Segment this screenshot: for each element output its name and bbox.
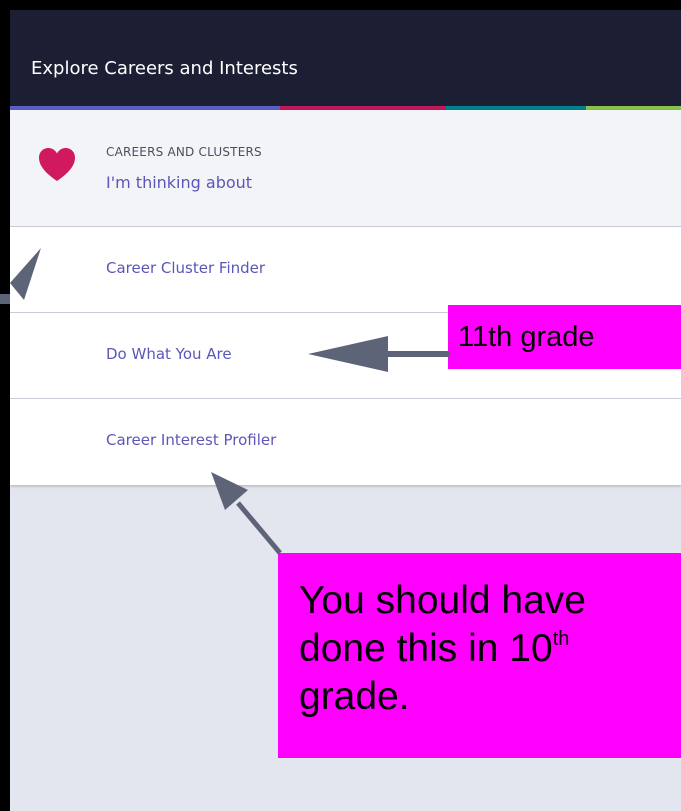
careers-clusters-caption: CAREERS AND CLUSTERS — [106, 145, 262, 159]
tenth-grade-annotation-note: You should have done this in 10th grade. — [278, 553, 681, 758]
page-header: Explore Careers and Interests — [10, 10, 681, 106]
tenth-note-text-end: grade. — [299, 675, 410, 718]
thinking-about-link[interactable]: I'm thinking about — [106, 173, 252, 192]
heart-icon — [39, 148, 75, 181]
menu-item-label[interactable]: Career Cluster Finder — [106, 259, 265, 277]
grade-annotation-note: 11th grade — [448, 305, 681, 369]
page-title: Explore Careers and Interests — [31, 58, 298, 79]
menu-item-career-cluster-finder[interactable]: Career Cluster Finder — [10, 226, 681, 313]
menu-item-label[interactable]: Career Interest Profiler — [106, 431, 276, 449]
tenth-note-text: You should have done this in 10 — [299, 579, 586, 670]
menu-item-label[interactable]: Do What You Are — [106, 345, 232, 363]
careers-panel: CAREERS AND CLUSTERS I'm thinking about … — [10, 110, 681, 485]
tenth-note-superscript: th — [552, 628, 570, 650]
menu-item-career-interest-profiler[interactable]: Career Interest Profiler — [10, 398, 681, 484]
careers-clusters-row: CAREERS AND CLUSTERS I'm thinking about — [10, 110, 681, 227]
